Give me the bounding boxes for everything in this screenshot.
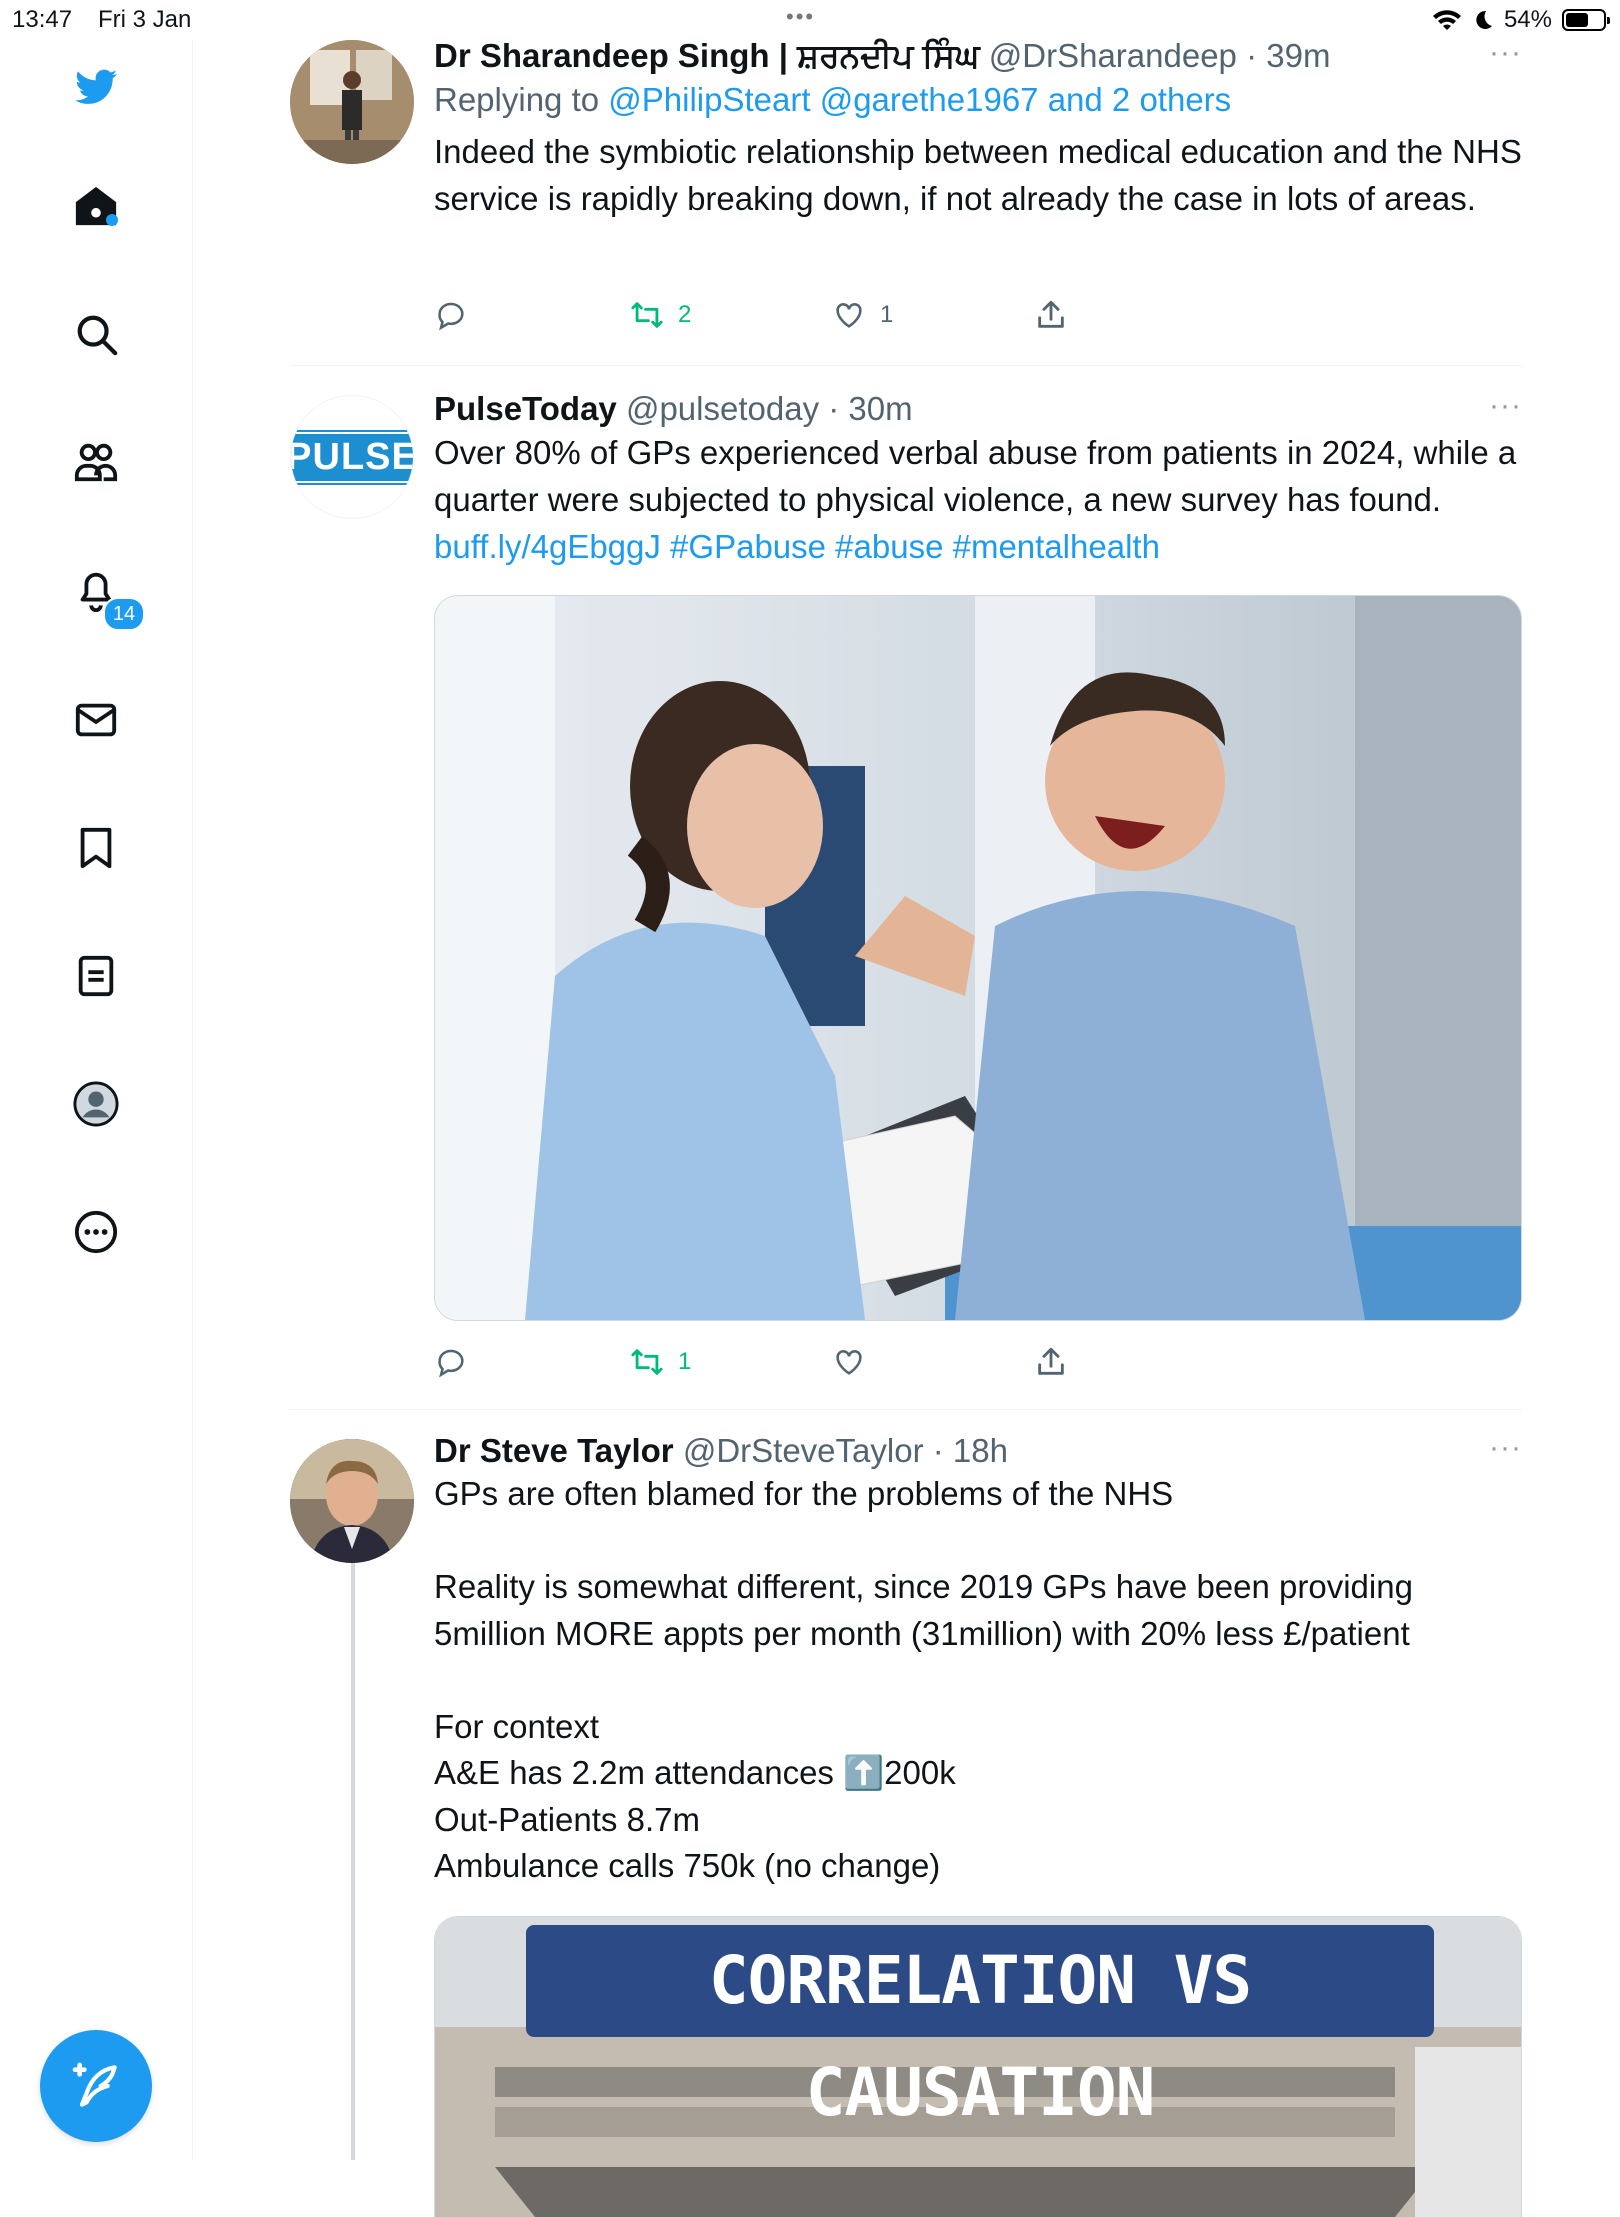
tweet-time[interactable]: · 30m <box>828 390 912 427</box>
share-icon <box>1038 1347 1064 1375</box>
profile-icon[interactable] <box>70 1078 122 1130</box>
bookmarks-icon[interactable] <box>70 822 122 874</box>
tweet-header: PulseToday @pulsetoday · 30m <box>434 389 1522 429</box>
share-button[interactable] <box>1034 1345 1068 1379</box>
share-button[interactable] <box>1034 298 1068 332</box>
tweet-actions: 1 <box>434 1345 1094 1385</box>
tweet[interactable]: PULSE PulseToday @pulsetoday · 30m ··· O… <box>290 389 1522 1405</box>
tweet-time[interactable]: · 18h <box>933 1432 1008 1469</box>
tweet-divider <box>290 1409 1522 1410</box>
tweet-more-icon[interactable]: ··· <box>1489 1431 1522 1465</box>
tweet-text-body: Over 80% of GPs experienced verbal abuse… <box>434 434 1526 518</box>
home-unread-dot <box>106 214 118 226</box>
notification-count-badge: 14 <box>103 597 145 631</box>
tweet-header: Dr Steve Taylor @DrSteveTaylor · 18h <box>434 1431 1522 1471</box>
pulse-logo: PULSE <box>291 429 413 485</box>
tweet-links[interactable]: buff.ly/4gEbggJ #GPabuse #abuse #mentalh… <box>434 528 1160 565</box>
reply-icon <box>438 302 464 331</box>
multitasking-dots[interactable]: ••• <box>786 4 815 30</box>
tweet-more-icon[interactable]: ··· <box>1489 36 1522 70</box>
wifi-icon <box>1432 10 1461 30</box>
correlation-banner: CORRELATION VS CAUSATION <box>526 1925 1434 2131</box>
retweet-button[interactable]: 1 <box>630 1345 691 1379</box>
retweet-count: 2 <box>678 301 692 328</box>
reply-button[interactable] <box>434 1345 468 1379</box>
twitter-bird-icon[interactable] <box>70 62 122 114</box>
status-bar: 13:47 Fri 3 Jan ••• 54% <box>0 0 1620 40</box>
author-name[interactable]: PulseToday <box>434 390 617 427</box>
replying-to-link[interactable]: @PhilipSteart @garethe1967 and 2 others <box>608 81 1231 118</box>
tweet-text: GPs are often blamed for the problems of… <box>434 1475 1413 1884</box>
author-name[interactable]: Dr Steve Taylor <box>434 1432 674 1469</box>
heart-icon <box>836 303 862 328</box>
communities-icon[interactable] <box>70 436 122 488</box>
status-date: Fri 3 Jan <box>98 6 192 33</box>
share-icon <box>1038 300 1064 328</box>
author-handle[interactable]: @pulsetoday <box>626 390 819 427</box>
author-handle[interactable]: @DrSharandeep <box>989 37 1237 74</box>
tweet-image[interactable]: CORRELATION VS CAUSATION <box>434 1916 1522 2217</box>
author-handle[interactable]: @DrSteveTaylor <box>683 1432 924 1469</box>
more-icon[interactable] <box>70 1206 122 1258</box>
like-button[interactable]: 1 <box>832 298 893 332</box>
tweet-text: Indeed the symbiotic relationship betwee… <box>434 133 1531 217</box>
search-icon[interactable] <box>70 308 122 360</box>
avatar[interactable]: PULSE <box>290 395 414 519</box>
retweet-count: 1 <box>678 1348 692 1375</box>
reply-icon <box>438 1349 464 1378</box>
moon-icon <box>1476 10 1492 29</box>
battery-percent: 54% <box>1503 6 1552 33</box>
compose-tweet-button[interactable] <box>40 2030 152 2142</box>
avatar[interactable] <box>290 1439 414 1563</box>
retweet-button[interactable]: 2 <box>630 298 691 332</box>
replying-to-label: Replying to <box>434 81 600 118</box>
battery-icon <box>1562 9 1610 31</box>
like-button[interactable] <box>832 1345 866 1379</box>
tweet-more-icon[interactable]: ··· <box>1489 389 1522 423</box>
messages-icon[interactable] <box>70 694 122 746</box>
heart-icon <box>836 1350 862 1375</box>
compose-tweet-icon <box>72 2062 117 2107</box>
tweet-divider <box>290 365 1522 366</box>
tweet-image[interactable] <box>434 595 1522 1321</box>
replying-to: Replying to @PhilipSteart @garethe1967 a… <box>434 76 1522 124</box>
tweet-time[interactable]: · 39m <box>1246 37 1330 74</box>
lists-icon[interactable] <box>70 950 122 1002</box>
tweet-header: Dr Sharandeep Singh | ਸ਼ਰਨਦੀਪ ਸਿੰਘ @DrSh… <box>434 36 1522 76</box>
retweet-icon <box>631 302 663 328</box>
tweet-text: Over 80% of GPs experienced verbal abuse… <box>434 429 1522 570</box>
clinic-photo <box>435 596 1521 1320</box>
tweet[interactable]: Dr Steve Taylor @DrSteveTaylor · 18h ···… <box>290 1431 1522 2217</box>
avatar[interactable] <box>290 40 414 164</box>
author-name[interactable]: Dr Sharandeep Singh | ਸ਼ਰਨਦੀਪ ਸਿੰਘ <box>434 37 980 74</box>
sidebar: 14 <box>0 40 193 2160</box>
status-time: 13:47 <box>12 6 73 33</box>
tweet-actions: 2 1 <box>434 298 1094 338</box>
retweet-icon <box>631 1349 663 1375</box>
like-count: 1 <box>880 301 894 328</box>
tweet[interactable]: Dr Sharandeep Singh | ਸ਼ਰਨਦੀਪ ਸਿੰਘ @DrSh… <box>290 36 1531 331</box>
reply-button[interactable] <box>434 298 468 332</box>
